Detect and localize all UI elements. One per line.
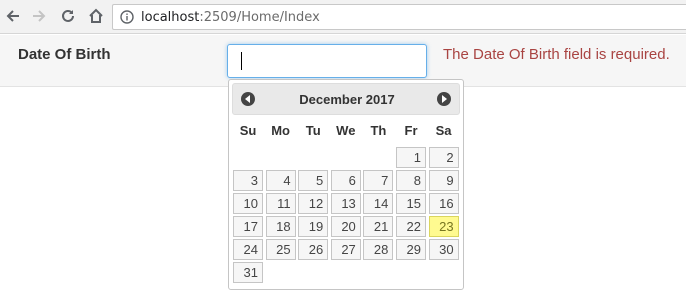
day-cell[interactable]: 9 (428, 170, 459, 191)
day-cell[interactable]: 11 (265, 193, 296, 214)
day-cell[interactable]: 26 (298, 239, 329, 260)
day-cell[interactable]: 20 (330, 216, 361, 237)
day-cell[interactable]: 10 (233, 193, 263, 214)
weekday-header-row: Su Mo Tu We Th Fr Sa (232, 123, 460, 143)
weekday-fr: Fr (404, 123, 418, 138)
datepicker-header: December 2017 (232, 83, 460, 115)
day-cell-today[interactable]: 23 (428, 216, 459, 237)
day-cell[interactable]: 25 (265, 239, 296, 260)
day-cell[interactable]: 4 (265, 170, 296, 191)
weekday-we: We (336, 123, 356, 138)
date-of-birth-label: Date Of Birth (18, 46, 111, 63)
day-cell[interactable]: 1 (396, 147, 426, 168)
day-cell[interactable]: 28 (363, 239, 394, 260)
weekday-sa: Sa (435, 123, 452, 138)
day-cell[interactable]: 31 (233, 262, 263, 283)
day-cell[interactable]: 2 (428, 147, 459, 168)
day-cell[interactable]: 19 (298, 216, 329, 237)
day-cell[interactable]: 17 (233, 216, 263, 237)
day-cell[interactable]: 7 (363, 170, 394, 191)
day-cell[interactable]: 3 (233, 170, 263, 191)
weekday-th: Th (370, 123, 387, 138)
forward-arrow-icon (33, 10, 46, 22)
next-month-icon[interactable] (437, 92, 451, 106)
home-button[interactable] (85, 5, 107, 27)
weekday-mo: Mo (271, 123, 290, 138)
url-path: :2509/Home/Index (199, 10, 320, 25)
day-cell[interactable]: 15 (396, 193, 426, 214)
day-cell[interactable]: 22 (396, 216, 426, 237)
reload-button[interactable] (57, 5, 79, 27)
datepicker-popup: December 2017 Su Mo Tu We Th Fr Sa 1 2 3 4 5 6 7 8 9 10… (228, 79, 464, 290)
day-cell[interactable]: 29 (396, 239, 426, 260)
datepicker-month: December (299, 92, 363, 107)
day-cell[interactable]: 21 (363, 216, 394, 237)
forward-button[interactable] (28, 5, 50, 27)
day-cell[interactable]: 24 (233, 239, 263, 260)
back-button[interactable] (2, 5, 24, 27)
date-of-birth-input[interactable] (227, 44, 427, 78)
url-host: localhost (141, 10, 200, 25)
day-cell[interactable]: 5 (298, 170, 329, 191)
address-bar[interactable]: localhost:2509/Home/Index (112, 4, 686, 30)
day-cell[interactable]: 8 (396, 170, 426, 191)
weekday-su: Su (239, 123, 257, 138)
info-icon[interactable] (120, 10, 134, 24)
day-cell[interactable]: 13 (330, 193, 361, 214)
reload-icon (62, 9, 74, 22)
day-cell[interactable]: 30 (428, 239, 459, 260)
datepicker-title: December 2017 (233, 92, 461, 107)
day-cell[interactable]: 18 (265, 216, 296, 237)
browser-toolbar: localhost:2509/Home/Index (0, 0, 686, 34)
home-icon (89, 8, 103, 23)
text-caret (241, 52, 242, 70)
validation-message: The Date Of Birth field is required. (443, 46, 670, 63)
url-text[interactable]: localhost:2509/Home/Index (141, 10, 320, 25)
day-cell[interactable]: 6 (330, 170, 361, 191)
day-cell[interactable]: 12 (298, 193, 329, 214)
weekday-tu: Tu (305, 123, 321, 138)
day-cell[interactable]: 27 (330, 239, 361, 260)
day-cell[interactable]: 14 (363, 193, 394, 214)
datepicker-year: 2017 (365, 92, 395, 107)
back-arrow-icon (6, 10, 19, 22)
day-cell[interactable]: 16 (428, 193, 459, 214)
day-grid: 1 2 3 4 5 6 7 8 9 10 11 12 13 14 15 16 17 18 19 20 21 22 23 24 2… (232, 147, 460, 285)
